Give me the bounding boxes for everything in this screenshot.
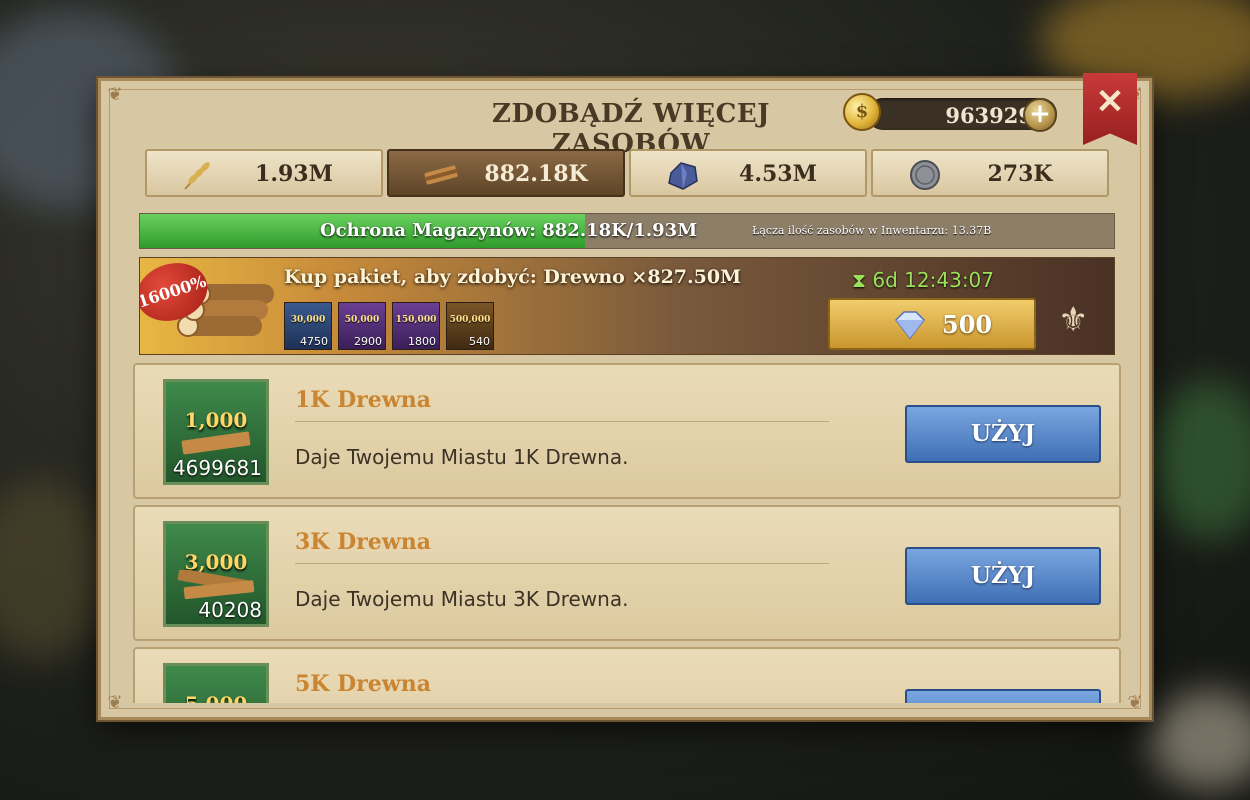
list-item: 3,000 40208 3K Drewna Daje Twojemu Miast… [133, 505, 1121, 641]
background-blob [0, 480, 110, 660]
protection-label: Ochrona Magazynów: 882.18K/1.93M [320, 220, 698, 241]
pack-count: 540 [469, 335, 490, 348]
list-item: 5,000 5K Drewna [133, 647, 1121, 703]
item-name: 5K Drewna [295, 671, 431, 697]
iron-value: 273K [987, 161, 1053, 187]
gold-balance: 963929 $ + [843, 91, 1075, 135]
gold-value: 963929 [945, 103, 1033, 128]
wood-plank-icon [177, 570, 255, 600]
price-value: 500 [942, 310, 993, 339]
tab-stone[interactable]: 4.53M [629, 149, 867, 197]
use-button[interactable] [905, 689, 1101, 703]
crossed-swords-close-icon: ✕ [1095, 82, 1125, 122]
diamond-icon [895, 311, 925, 340]
pack-amount: 500,000 [449, 315, 491, 325]
pack-item: 150,000 1800 [392, 302, 440, 350]
pack-count: 2900 [354, 335, 382, 348]
resources-dialog: ❦ ❦ ❦ ❦ ZDOBĄDŹ WIĘCEJ ZASOBÓW 963929 $ … [98, 73, 1152, 720]
item-description: Daje Twojemu Miastu 1K Drewna. [295, 445, 629, 469]
tab-food[interactable]: 1.93M [145, 149, 383, 197]
use-button[interactable]: UŻYJ [905, 405, 1101, 463]
background-blob [1150, 690, 1250, 790]
background-blob [1150, 380, 1250, 540]
item-icon-amount: 1,000 [184, 408, 248, 432]
wood-item-icon: 5,000 [163, 663, 269, 703]
corner-ornament-icon: ❦ [107, 692, 123, 713]
pack-item: 500,000 540 [446, 302, 494, 350]
item-count: 4699681 [172, 456, 262, 480]
pack-amount: 150,000 [395, 315, 437, 325]
item-list: 1,000 4699681 1K Drewna Daje Twojemu Mia… [133, 363, 1121, 703]
divider [295, 563, 829, 564]
buy-pack-button[interactable]: 500 [828, 298, 1036, 350]
promo-timer: ⧗ 6d 12:43:07 [852, 268, 994, 292]
plus-icon[interactable]: + [1023, 98, 1057, 132]
divider [295, 421, 829, 422]
hourglass-icon: ⧗ [852, 268, 867, 292]
wood-plank-icon [181, 431, 251, 455]
pack-count: 4750 [300, 335, 328, 348]
use-button[interactable]: UŻYJ [905, 547, 1101, 605]
wood-value: 882.18K [484, 161, 588, 187]
pack-count: 1800 [408, 335, 436, 348]
timer-value: 6d 12:43:07 [872, 268, 995, 292]
promo-banner[interactable]: 16000% Kup pakiet, aby zdobyć: Drewno ×8… [139, 257, 1115, 355]
pack-amount: 30,000 [290, 315, 326, 325]
item-name: 1K Drewna [295, 387, 431, 413]
pack-amount: 50,000 [344, 315, 380, 325]
item-name: 3K Drewna [295, 529, 431, 555]
corner-ornament-icon: ❦ [107, 84, 123, 105]
wood-item-icon: 1,000 4699681 [163, 379, 269, 485]
list-item: 1,000 4699681 1K Drewna Daje Twojemu Mia… [133, 363, 1121, 499]
gold-coin-icon: $ [843, 93, 881, 131]
promo-title: Kup pakiet, aby zdobyć: Drewno ×827.50M [284, 266, 742, 288]
food-value: 1.93M [255, 161, 333, 187]
pack-item: 30,000 4750 [284, 302, 332, 350]
pack-item: 50,000 2900 [338, 302, 386, 350]
item-count: 40208 [198, 598, 262, 622]
wood-item-icon: 3,000 40208 [163, 521, 269, 627]
corner-ornament-icon: ❦ [1127, 692, 1143, 713]
resource-tabs: 1.93M 882.18K 4.53M 273K [145, 149, 1109, 197]
inventory-total-label: Łącza ilość zasobów w Inwentarzu: 13.37B [752, 224, 992, 237]
tab-iron[interactable]: 273K [871, 149, 1109, 197]
storage-protection-bar: Ochrona Magazynów: 882.18K/1.93M Łącza i… [139, 213, 1115, 249]
tab-wood[interactable]: 882.18K [387, 149, 625, 197]
fleur-de-lis-icon: ⚜ [1058, 300, 1089, 340]
item-icon-amount: 5,000 [166, 692, 266, 703]
stone-value: 4.53M [739, 161, 817, 187]
item-description: Daje Twojemu Miastu 3K Drewna. [295, 587, 629, 611]
